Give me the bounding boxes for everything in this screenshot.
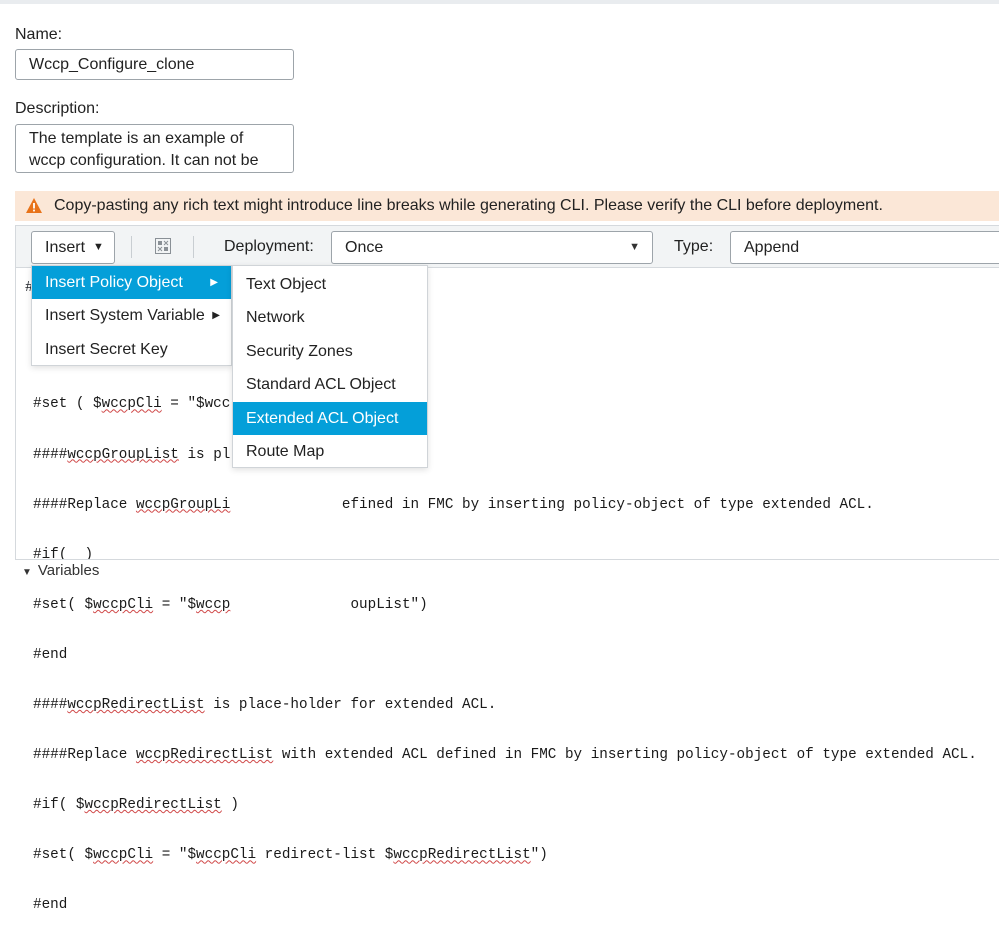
menu-item-insert-system-variable[interactable]: Insert System Variable ▶ xyxy=(32,299,231,332)
cli-code[interactable]: #set ( $wccpCli = "$wcc ####wccpGroupLis… xyxy=(33,363,977,931)
code-line: ####wccpGroupList is pl d ACL. xyxy=(33,446,419,463)
expand-grid-icon[interactable] xyxy=(155,238,171,254)
type-value: Append xyxy=(744,239,800,256)
submenu-item-extended-acl-object[interactable]: Extended ACL Object xyxy=(233,402,427,435)
code-line: ####wccpRedirectList is place-holder for… xyxy=(33,696,497,713)
policy-object-submenu: Text Object Network Security Zones Stand… xyxy=(232,265,428,468)
dropdown-arrow-icon: ▼ xyxy=(629,241,640,253)
code-line: #set( $wccpCli = "$wccp oupList") xyxy=(33,596,428,613)
warning-banner: Copy-pasting any rich text might introdu… xyxy=(15,191,999,221)
warning-triangle-icon xyxy=(26,198,42,213)
deployment-value: Once xyxy=(345,239,384,256)
menu-item-insert-secret-key[interactable]: Insert Secret Key xyxy=(32,333,231,366)
toolbar-separator xyxy=(193,236,194,258)
submenu-item-security-zones[interactable]: Security Zones xyxy=(233,335,427,368)
submenu-item-text-object[interactable]: Text Object xyxy=(233,268,427,301)
description-label: Description: xyxy=(15,100,100,117)
code-line: ####Replace wccpRedirectList with extend… xyxy=(33,747,977,764)
menu-item-label: Insert Secret Key xyxy=(45,341,168,358)
description-line: wccp configuration. It can not be xyxy=(29,152,259,169)
deployment-label: Deployment: xyxy=(224,238,314,255)
type-select[interactable]: Append xyxy=(730,231,999,264)
deployment-select[interactable]: Once ▼ xyxy=(331,231,653,264)
code-line: #if( $wccpRedirectList ) xyxy=(33,797,239,814)
code-line: ####Replace wccpGroupLi efined in FMC by… xyxy=(33,496,874,513)
description-line: The template is an example of xyxy=(29,130,244,147)
name-input[interactable] xyxy=(15,49,294,80)
submenu-arrow-icon: ▶ xyxy=(212,310,220,321)
insert-dropdown-button[interactable]: Insert ▼ xyxy=(31,231,115,264)
insert-menu: Insert Policy Object ▶ Insert System Var… xyxy=(31,265,232,366)
submenu-item-network[interactable]: Network xyxy=(233,301,427,334)
collapse-triangle-icon: ▼ xyxy=(22,567,32,577)
toolbar-separator xyxy=(131,236,132,258)
code-line: #set ( $wccpCli = "$wcc xyxy=(33,396,231,413)
menu-item-label: Insert System Variable xyxy=(45,307,205,324)
menu-item-label: Insert Policy Object xyxy=(45,274,183,291)
warning-text: Copy-pasting any rich text might introdu… xyxy=(54,197,883,214)
type-label: Type: xyxy=(674,238,714,255)
submenu-arrow-icon: ▶ xyxy=(210,277,218,288)
code-line: #set( $wccpCli = "$wccpCli redirect-list… xyxy=(33,847,548,864)
insert-button-label: Insert xyxy=(45,239,86,256)
top-divider xyxy=(0,0,999,4)
submenu-item-route-map[interactable]: Route Map xyxy=(233,435,427,468)
description-textarea[interactable]: The template is an example of wccp confi… xyxy=(15,124,294,173)
variables-section-toggle[interactable]: ▼ Variables xyxy=(15,559,999,577)
code-line: #end xyxy=(33,646,68,663)
menu-item-insert-policy-object[interactable]: Insert Policy Object ▶ xyxy=(32,266,231,299)
caret-down-icon: ▼ xyxy=(93,241,104,253)
code-line: #end xyxy=(33,897,68,914)
variables-label: Variables xyxy=(37,562,100,577)
name-label: Name: xyxy=(15,26,63,43)
submenu-item-standard-acl-object[interactable]: Standard ACL Object xyxy=(233,368,427,401)
